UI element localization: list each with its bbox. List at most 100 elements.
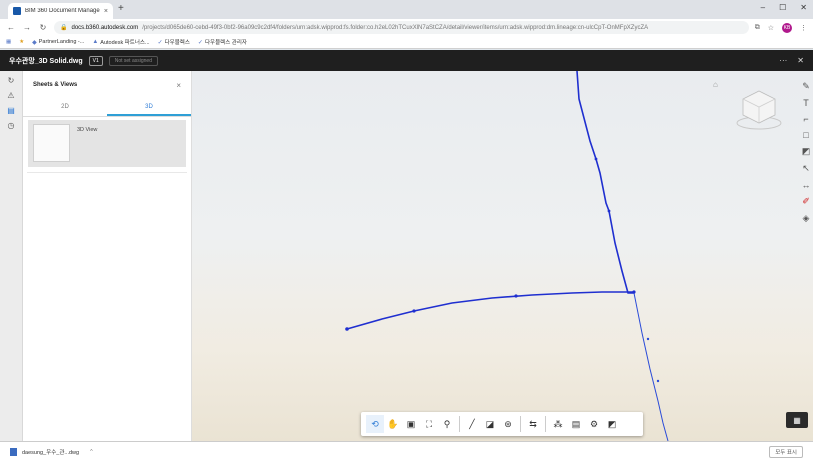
pipe-node [514, 294, 518, 298]
close-viewer-icon[interactable]: ✕ [797, 56, 804, 65]
fit-view-icon[interactable]: ⛶ [420, 415, 438, 433]
toolbar-divider [520, 416, 521, 432]
view-cube-icon[interactable] [731, 81, 787, 137]
callout-icon[interactable]: ⌐ [803, 114, 808, 124]
autodesk-logo-icon: ▲ [92, 39, 99, 45]
orbit-icon[interactable]: ⟲ [366, 415, 384, 433]
viewer-header: 우수관망_3D Solid.dwg V1 Not set assigned ··… [0, 50, 813, 71]
apps-icon[interactable]: ▦ [6, 39, 11, 45]
bookmark-star-icon[interactable]: ☆ [768, 24, 774, 32]
home-view-icon[interactable]: ⌂ [713, 80, 718, 89]
maximize-button[interactable]: ☐ [779, 3, 786, 12]
viewer-toolbar: ⟲ ✋ ▣ ⛶ ⚲ ╱ ◪ ⊛ ⇆ ⁂ ▤ ⚙ ◩ [361, 412, 643, 436]
pipe-node [345, 327, 349, 331]
properties-icon[interactable]: ▤ [567, 415, 585, 433]
fill-icon[interactable]: ◈ [803, 213, 810, 224]
pipe-node [646, 337, 650, 341]
compare-icon[interactable]: ⇆ [524, 415, 542, 433]
bookmark-star-folder-icon[interactable]: ★ [19, 39, 24, 45]
lateral-pipe-line [346, 291, 634, 330]
markup-toolbar: ✎ T ⌐ □ ◩ ↖ ↔ ✐ ◈ [799, 81, 813, 224]
pan-icon[interactable]: ✋ [384, 415, 402, 433]
tab-2d[interactable]: 2D [23, 99, 107, 116]
translate-icon[interactable]: ⧉ [755, 24, 760, 32]
pipe-node [632, 290, 636, 294]
clock-icon[interactable]: ◷ [8, 121, 15, 130]
bookmark-item[interactable]: ✓ 다우블렉스 [157, 38, 190, 47]
close-window-button[interactable]: ✕ [800, 3, 807, 12]
chevron-up-icon[interactable]: ^ [90, 449, 93, 455]
model-canvas[interactable]: ⌂ ✎ T ⌐ □ ◩ ↖ ↔ ✐ ◈ ⟲ ✋ ▣ ⛶ ⚲ ╱ ◪ ⊛ ⇆ ⁂ … [192, 71, 813, 441]
panel-header: Sheets & Views × [23, 71, 191, 99]
url-path: /projects/d065de60-cebd-49f3-0bf2-96a09c… [142, 24, 649, 31]
model-browser-icon[interactable]: ⁂ [549, 415, 567, 433]
view-thumbnail [33, 124, 70, 162]
pen-icon[interactable]: ✐ [802, 196, 810, 207]
tab-title: BIM 360 Document Managem [25, 8, 100, 14]
grid-layout-button[interactable]: ▦ [786, 412, 808, 428]
dimension-icon[interactable]: ↔ [802, 180, 811, 190]
download-bar: daesung_우수_관...dwg ^ 모두 표시 [0, 441, 813, 461]
panel-tabs: 2D 3D [23, 99, 191, 117]
bookmarks-bar: ▦ ★ ◆ PartnerLanding -... ▲ Autodesk 파트너스.… [0, 36, 813, 49]
download-item[interactable]: daesung_우수_관...dwg ^ [10, 447, 93, 456]
pipe-node [607, 209, 611, 213]
panel-close-icon[interactable]: × [176, 81, 181, 90]
header-actions: ··· ✕ [779, 56, 804, 65]
download-filename: daesung_우수_관...dwg [22, 449, 80, 456]
settings-icon[interactable]: ⚙ [585, 415, 603, 433]
browser-actions: ⧉ ☆ KB ⋮ [755, 22, 807, 33]
cloud-icon[interactable]: ◩ [802, 146, 811, 157]
walk-icon[interactable]: ⚲ [438, 415, 456, 433]
more-options-icon[interactable]: ··· [779, 56, 787, 65]
bookmark-favicon-icon: ✓ [197, 39, 203, 46]
reload-icon[interactable]: ↻ [38, 23, 48, 32]
sheets-views-panel: Sheets & Views × 2D 3D 3D View [23, 71, 192, 441]
panel-title: Sheets & Views [33, 82, 78, 88]
back-icon[interactable]: ← [6, 23, 16, 32]
rectangle-icon[interactable]: □ [803, 130, 808, 140]
toolbar-divider [459, 416, 460, 432]
bookmark-item[interactable]: ✓ 다우블렉스 관리자 [197, 38, 247, 47]
warning-icon[interactable]: ⚠ [7, 91, 14, 100]
sheets-icon[interactable]: ▤ [7, 106, 15, 115]
fullscreen-icon[interactable]: ◩ [603, 415, 621, 433]
main-pipe-line [576, 71, 634, 294]
bookmark-favicon-icon: ✓ [157, 39, 163, 46]
bookmark-item[interactable]: ▲ Autodesk 파트너스... [92, 38, 149, 46]
arrow-icon[interactable]: ↖ [802, 163, 810, 174]
view-list-item[interactable]: 3D View [28, 120, 186, 167]
bim360-favicon-icon [13, 7, 21, 15]
profile-avatar[interactable]: KB [782, 22, 792, 33]
camera-icon[interactable]: ▣ [402, 415, 420, 433]
minimize-button[interactable]: – [761, 3, 765, 12]
left-icon-rail: ↻ ⚠ ▤ ◷ [0, 71, 23, 441]
pipe-node [412, 309, 416, 313]
browser-tab-bar: BIM 360 Document Managem × + – ☐ ✕ [0, 0, 813, 19]
address-bar: ← → ↻ 🔒 docs.b360.autodesk.com/projects/… [0, 19, 813, 36]
forward-icon[interactable]: → [22, 23, 32, 32]
pipe-network-drawing [345, 71, 669, 441]
bookmark-item[interactable]: ◆ PartnerLanding -... [32, 39, 84, 46]
version-badge[interactable]: V1 [88, 55, 103, 66]
text-icon[interactable]: T [803, 98, 809, 108]
menu-dots-icon[interactable]: ⋮ [800, 24, 807, 32]
explode-icon[interactable]: ⊛ [499, 415, 517, 433]
assignment-field[interactable]: Not set assigned [108, 55, 158, 66]
url-input[interactable]: 🔒 docs.b360.autodesk.com/projects/d065de… [54, 21, 749, 34]
show-all-button[interactable]: 모두 표시 [769, 445, 803, 458]
new-tab-button[interactable]: + [118, 3, 124, 14]
browser-tab[interactable]: BIM 360 Document Managem × [8, 3, 113, 19]
history-icon[interactable]: ↻ [8, 76, 15, 85]
tab-close-icon[interactable]: × [104, 8, 108, 15]
pipe-node [656, 379, 660, 383]
tab-3d[interactable]: 3D [107, 99, 191, 116]
file-icon [10, 447, 17, 456]
view-label: 3D View [77, 127, 98, 133]
file-title: 우수관망_3D Solid.dwg [9, 57, 83, 65]
lock-icon: 🔒 [60, 25, 68, 31]
text-markup-icon[interactable]: ✎ [802, 81, 810, 92]
divider [27, 172, 187, 173]
measure-icon[interactable]: ╱ [463, 415, 481, 433]
section-icon[interactable]: ◪ [481, 415, 499, 433]
